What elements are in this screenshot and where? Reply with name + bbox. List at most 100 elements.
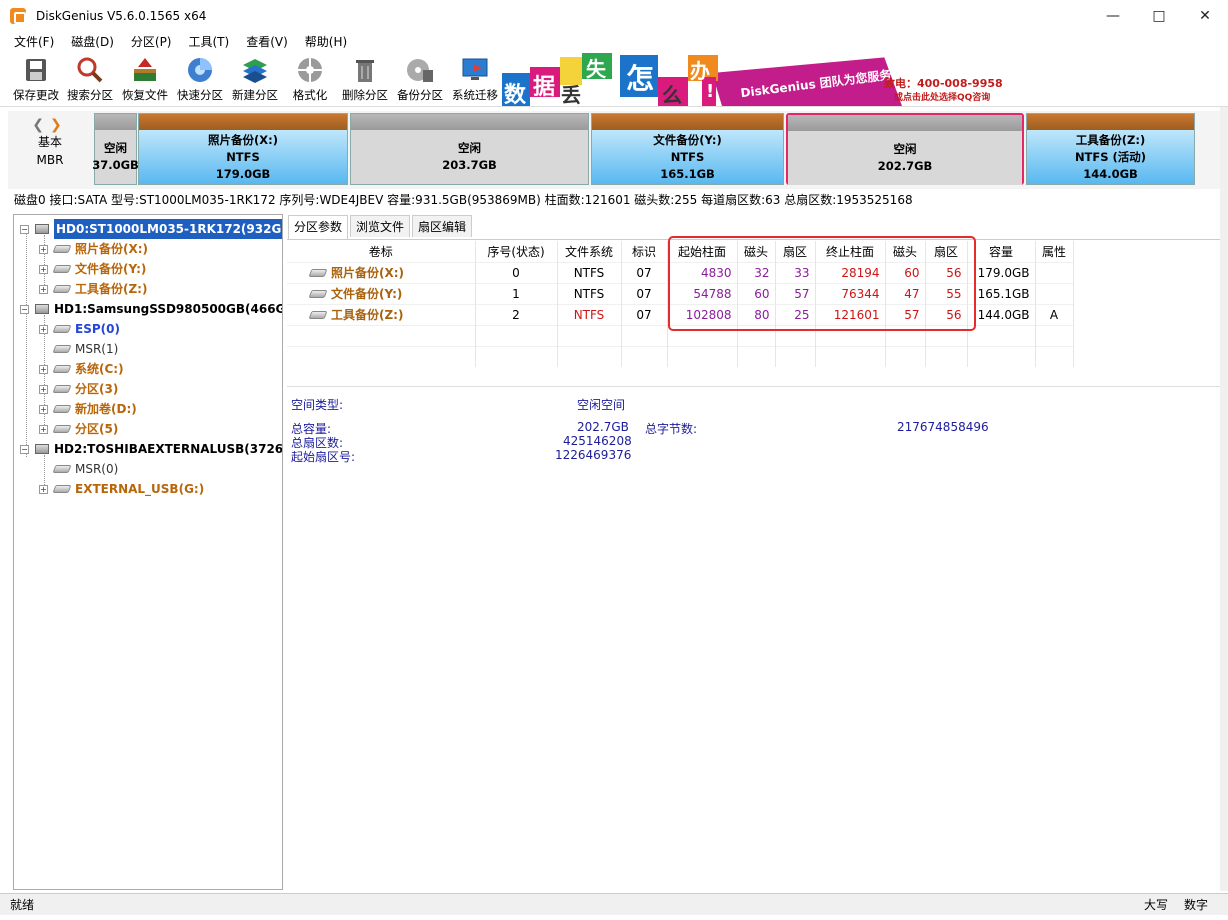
partition-fs: NTFS (活动) (1074, 149, 1147, 164)
disk-nav-arrows[interactable]: ❮❯ (8, 117, 92, 133)
cell-start-head: 32 (737, 261, 776, 283)
ad-banner[interactable]: 数 据 丢 失 怎 么 办 ! DiskGenius 团队为您服务 致电：400… (502, 51, 1002, 106)
tree-partition[interactable]: + EXTERNAL_USB(G:) (39, 479, 204, 499)
expand-icon[interactable]: + (39, 264, 48, 274)
partition-fs: NTFS (670, 149, 705, 164)
expand-icon[interactable]: + (39, 404, 48, 414)
partition-block[interactable]: 照片备份(X:) NTFS 179.0GB (138, 113, 348, 185)
details-panel: 空间类型: 空闲空间 总容量: 202.7GB 总字节数: 2176748584… (287, 386, 1220, 890)
partition-block[interactable]: 文件备份(Y:) NTFS 165.1GB (591, 113, 784, 185)
expand-icon[interactable]: + (39, 284, 48, 294)
tree-partition[interactable]: + 分区(5) (39, 419, 118, 439)
menu-help[interactable]: 帮助(H) (297, 33, 356, 50)
cell-label: 照片备份(X:) (331, 266, 405, 280)
cell-end-cyl: 121601 (815, 303, 886, 325)
col-end-cyl[interactable]: 终止柱面 (815, 241, 886, 262)
col-capacity[interactable]: 容量 (967, 241, 1036, 262)
menu-view[interactable]: 查看(V) (238, 33, 297, 50)
expand-icon[interactable]: + (39, 324, 48, 334)
tree-partition[interactable]: + 工具备份(Z:) (39, 279, 147, 299)
expand-icon[interactable]: + (39, 484, 48, 494)
col-filesystem[interactable]: 文件系统 (557, 241, 622, 262)
col-start-cyl[interactable]: 起始柱面 (667, 241, 738, 262)
save-button[interactable]: 保存更改 (8, 53, 64, 105)
menu-disk[interactable]: 磁盘(D) (63, 33, 123, 50)
cell-end-sector: 56 (925, 261, 968, 283)
close-button[interactable]: ✕ (1182, 0, 1228, 31)
partition-block-selected[interactable]: 空闲 202.7GB (786, 113, 1024, 185)
tree-partition[interactable]: + 系统(C:) (39, 359, 124, 379)
num-indicator: 数字 (1183, 898, 1208, 912)
expand-icon[interactable]: + (39, 384, 48, 394)
window-controls: — □ ✕ (1090, 0, 1228, 31)
tab-partition-params[interactable]: 分区参数 (288, 215, 349, 239)
tab-browse-files[interactable]: 浏览文件 (350, 215, 411, 237)
format-button[interactable]: 格式化 (282, 53, 338, 105)
tree-label: HD1:SamsungSSD980500GB(466GB) (54, 302, 283, 316)
col-end-sector[interactable]: 扇区 (925, 241, 968, 262)
partition-block[interactable]: 工具备份(Z:) NTFS (活动) 144.0GB (1026, 113, 1195, 185)
partition-name: 文件备份(Y:) (653, 132, 722, 147)
cell-index: 2 (475, 303, 558, 325)
tree-disk-hd0[interactable]: − HD0:ST1000LM035-1RK172(932GB) (20, 219, 282, 239)
backup-partition-button[interactable]: 备份分区 (392, 53, 448, 105)
tree-partition[interactable]: + 分区(3) (39, 379, 118, 399)
partition-block[interactable]: 空闲 203.7GB (350, 113, 589, 185)
table-row[interactable]: 照片备份(X:) 0 NTFS 07 4830 32 33 28194 60 5… (287, 261, 1074, 283)
prev-disk-icon[interactable]: ❮ (32, 117, 50, 133)
quick-partition-button[interactable]: 快速分区 (172, 53, 228, 105)
col-index[interactable]: 序号(状态) (475, 241, 558, 262)
tab-sector-edit[interactable]: 扇区编辑 (412, 215, 473, 237)
menu-tools[interactable]: 工具(T) (181, 33, 239, 50)
partition-name: 空闲 (458, 141, 481, 155)
tree-disk-hd1[interactable]: − HD1:SamsungSSD980500GB(466GB) (20, 299, 283, 319)
recover-files-button[interactable]: 恢复文件 (117, 53, 173, 105)
col-end-head[interactable]: 磁头 (885, 241, 926, 262)
tree-partition[interactable]: + 新加卷(D:) (39, 399, 137, 419)
expand-icon[interactable]: + (39, 364, 48, 374)
search-partition-button[interactable]: 搜索分区 (62, 53, 118, 105)
col-id[interactable]: 标识 (621, 241, 668, 262)
table-row[interactable]: 工具备份(Z:) 2 NTFS 07 102808 80 25 121601 5… (287, 303, 1074, 325)
quick-partition-icon (188, 58, 212, 82)
collapse-icon[interactable]: − (20, 444, 29, 454)
col-label[interactable]: 卷标 (287, 241, 476, 262)
maximize-button[interactable]: □ (1136, 0, 1182, 31)
banner-char: 丢 (561, 83, 581, 106)
cell-label: 文件备份(Y:) (331, 287, 403, 301)
partition-fs: NTFS (226, 149, 260, 164)
next-disk-icon[interactable]: ❯ (50, 117, 68, 133)
collapse-icon[interactable]: − (20, 224, 29, 234)
partition-size: 202.7GB (877, 159, 933, 173)
tree-disk-hd2[interactable]: − HD2:TOSHIBAEXTERNALUSB(3726GB) (20, 439, 283, 459)
partition-block[interactable]: 空闲 37.0GB (92, 113, 139, 185)
collapse-icon[interactable]: − (20, 304, 29, 314)
expand-icon[interactable]: + (39, 424, 48, 434)
menu-file[interactable]: 文件(F) (6, 33, 63, 50)
col-start-sector[interactable]: 扇区 (775, 241, 816, 262)
partition-icon (52, 425, 72, 433)
app-icon (10, 7, 26, 24)
partition-icon (52, 265, 72, 273)
col-attr[interactable]: 属性 (1035, 241, 1074, 262)
partition-icon (52, 385, 72, 393)
tree-partition[interactable]: MSR(1) (52, 339, 118, 359)
banner-char: ! (706, 81, 715, 102)
minimize-button[interactable]: — (1090, 0, 1136, 31)
tree-partition[interactable]: + 照片备份(X:) (39, 239, 148, 259)
col-start-head[interactable]: 磁头 (737, 241, 776, 262)
expand-icon[interactable]: + (39, 244, 48, 254)
table-row[interactable]: 文件备份(Y:) 1 NTFS 07 54788 60 57 76344 47 … (287, 282, 1074, 304)
tree-partition[interactable]: + ESP(0) (39, 319, 120, 339)
save-icon (26, 59, 46, 81)
system-migration-button[interactable]: 系统迁移 (447, 53, 503, 105)
menu-partition[interactable]: 分区(P) (123, 33, 181, 50)
tree-partition[interactable]: + 文件备份(Y:) (39, 259, 146, 279)
tree-label: 分区(3) (75, 382, 119, 396)
tree-partition[interactable]: MSR(0) (52, 459, 118, 479)
delete-partition-button[interactable]: 删除分区 (337, 53, 393, 105)
tree-label: HD2:TOSHIBAEXTERNALUSB(3726GB) (54, 442, 283, 456)
new-partition-button[interactable]: 新建分区 (227, 53, 283, 105)
partition-name: 空闲 (104, 141, 127, 155)
partition-table: 卷标 序号(状态) 文件系统 标识 起始柱面 磁头 扇区 终止柱面 磁头 扇区 … (287, 241, 1074, 367)
